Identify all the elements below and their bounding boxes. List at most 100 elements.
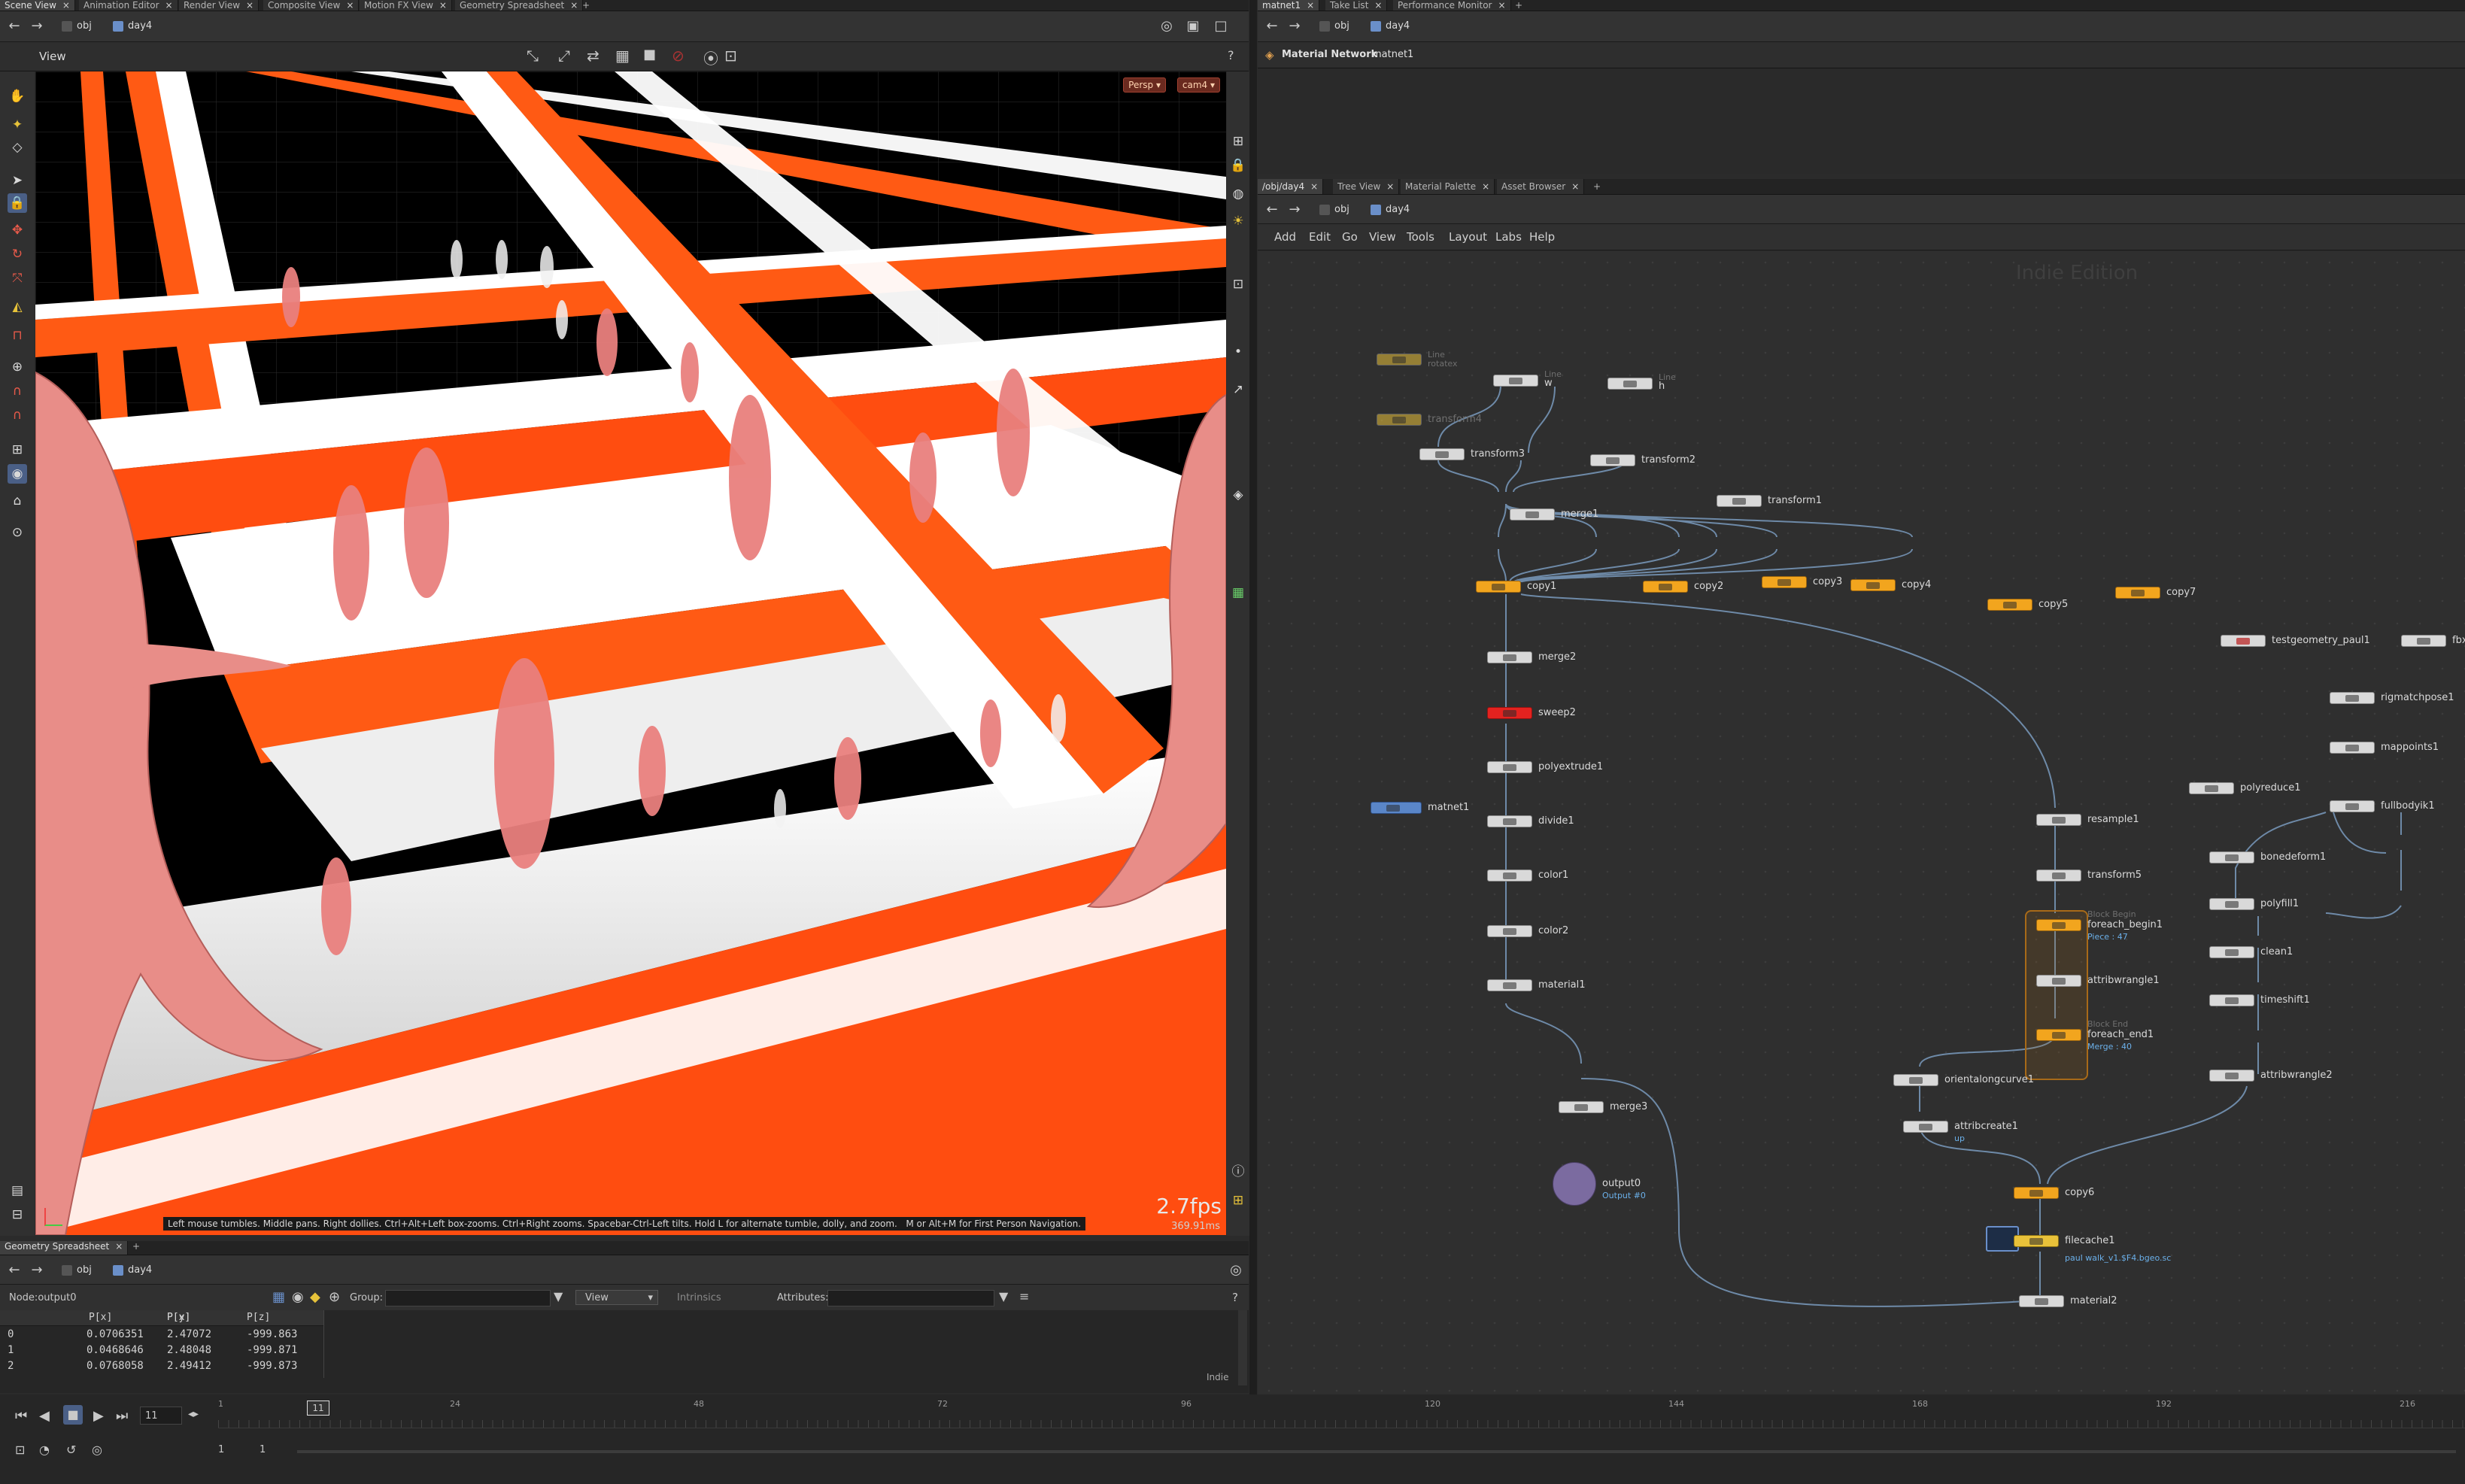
tab-tree-view[interactable]: Tree View × [1333, 179, 1400, 194]
no-entry-icon[interactable]: ⊘ [672, 47, 685, 65]
attributes-field[interactable] [827, 1290, 994, 1306]
menu-tools[interactable]: Tools [1407, 230, 1434, 244]
add-tab-button[interactable]: + [578, 0, 594, 11]
tab-matnet1[interactable]: matnet1 × [1258, 0, 1320, 11]
select-tool-icon[interactable]: ⤡ [527, 47, 539, 65]
current-frame-marker[interactable]: 11 [307, 1401, 329, 1416]
close-icon[interactable]: × [439, 0, 447, 11]
frame-field[interactable]: 11 [140, 1407, 182, 1425]
lasso-icon[interactable]: ◇ [8, 138, 27, 157]
filter-icon[interactable]: ▼ [554, 1289, 563, 1303]
forward-arrow-icon[interactable]: → [1286, 202, 1303, 217]
tab-obj-day4[interactable]: /obj/day4 × [1258, 179, 1324, 194]
close-icon[interactable]: × [346, 0, 354, 11]
split-view-icon[interactable]: ▣ [1185, 19, 1201, 34]
menu-layout[interactable]: Layout [1449, 230, 1487, 244]
close-icon[interactable]: × [165, 0, 173, 11]
points-mode-icon[interactable]: ▦ [272, 1289, 285, 1305]
display-options-icon[interactable]: ⊞ [1228, 132, 1248, 151]
menu-view[interactable]: View [1369, 230, 1396, 244]
key-button[interactable]: ⊡ [15, 1443, 25, 1457]
realtime-button[interactable]: ◔ [39, 1443, 50, 1457]
frame-step-icon[interactable]: ◂▸ [188, 1408, 199, 1420]
attributes-filter-icon[interactable]: ▼ [999, 1289, 1008, 1303]
audio-button[interactable]: ◎ [92, 1443, 102, 1457]
tab-motion-fx-view[interactable]: Motion FX View × [360, 0, 452, 11]
breadcrumb-day4[interactable]: day4 [113, 19, 152, 34]
close-icon[interactable]: × [570, 0, 578, 11]
light-icon[interactable]: ☀ [1228, 211, 1248, 231]
menu-labs[interactable]: Labs [1495, 230, 1522, 244]
lock-camera-icon[interactable]: 🔒 [1228, 156, 1248, 175]
range-slider[interactable] [297, 1450, 2456, 1453]
sync-icon[interactable]: ⇄ [587, 47, 600, 65]
forward-arrow-icon[interactable]: → [29, 1263, 45, 1278]
tab-performance-monitor[interactable]: Performance Monitor × [1393, 0, 1511, 11]
close-icon[interactable]: × [62, 0, 70, 11]
render-region-icon[interactable]: ◉ [8, 464, 27, 484]
primitives-mode-icon[interactable]: ◆ [310, 1289, 320, 1305]
snap-icon[interactable]: ⤢ [558, 47, 570, 65]
scale-icon[interactable]: ⤧ [8, 269, 27, 288]
columns-icon[interactable]: ≡ [1019, 1289, 1029, 1303]
uv-icon[interactable]: ◈ [1228, 485, 1248, 505]
tab-take-list[interactable]: Take List × [1325, 0, 1388, 11]
close-icon[interactable]: × [1482, 181, 1489, 192]
add-tab-button[interactable]: + [128, 1241, 144, 1255]
back-arrow-icon[interactable]: ← [6, 1263, 23, 1278]
arrow-icon[interactable]: ➤ [8, 171, 27, 190]
snapshot-icon[interactable]: ⊡ [724, 47, 737, 65]
add-tab-button[interactable]: + [1510, 0, 1527, 11]
points-icon[interactable]: • [1228, 342, 1248, 362]
tab-render-view[interactable]: Render View × [179, 0, 260, 11]
close-icon[interactable]: × [1386, 181, 1394, 192]
grid-toggle-icon[interactable]: ▦ [1228, 583, 1248, 602]
tab-composite-view[interactable]: Composite View × [263, 0, 360, 11]
loop-button[interactable]: ↺ [66, 1443, 76, 1457]
pan-icon[interactable]: ⊙ [8, 523, 27, 542]
forward-arrow-icon[interactable]: → [29, 19, 45, 34]
geo-icon[interactable]: ⊡ [1228, 275, 1248, 294]
pane-divider[interactable] [1249, 0, 1257, 1394]
camera-icon[interactable]: ⦿ [703, 47, 718, 68]
jump-end-button[interactable]: ⏭ [116, 1408, 128, 1424]
tab-animation-editor[interactable]: Animation Editor × [79, 0, 178, 11]
normals-icon[interactable]: ↗ [1228, 380, 1248, 399]
breadcrumb-obj[interactable]: obj [1319, 202, 1349, 217]
close-icon[interactable]: × [1310, 181, 1318, 192]
breadcrumb-obj[interactable]: obj [62, 1263, 92, 1278]
group-field[interactable] [385, 1290, 551, 1306]
end-frame-field[interactable]: 1 [260, 1444, 266, 1455]
tab-geometry-spreadsheet-bottom[interactable]: Geometry Spreadsheet × [0, 1241, 129, 1255]
select-icon[interactable]: ✦ [8, 115, 27, 135]
detail-mode-icon[interactable]: ⊕ [329, 1289, 340, 1305]
play-button[interactable]: ▶ [93, 1408, 104, 1424]
pin-icon[interactable]: ◎ [1158, 19, 1175, 34]
vertices-mode-icon[interactable]: ◉ [292, 1289, 304, 1305]
pose-icon[interactable]: ◭ [8, 297, 27, 317]
back-arrow-icon[interactable]: ← [1264, 202, 1280, 217]
render-icon[interactable]: ■ [643, 47, 656, 62]
frame-icon[interactable]: ⊟ [8, 1205, 27, 1225]
tab-asset-browser[interactable]: Asset Browser × [1497, 179, 1585, 194]
display-icon[interactable]: ▦ [615, 47, 630, 65]
grid-snap-icon[interactable]: ⊞ [8, 440, 27, 460]
close-icon[interactable]: × [1498, 0, 1505, 11]
close-icon[interactable]: × [246, 0, 253, 11]
breadcrumb-day4[interactable]: day4 [1371, 19, 1410, 34]
tab-geometry-spreadsheet[interactable]: Geometry Spreadsheet × [455, 0, 584, 11]
menu-add[interactable]: Add [1274, 230, 1296, 244]
step-back-button[interactable]: ◀ [39, 1408, 50, 1424]
snap-magnet-icon[interactable]: ∩ [8, 381, 27, 401]
camera-dropdown[interactable]: cam4 ▾ [1176, 77, 1220, 93]
back-arrow-icon[interactable]: ← [1264, 19, 1280, 34]
persp-dropdown[interactable]: Persp ▾ [1123, 77, 1166, 93]
breadcrumb-obj[interactable]: obj [1319, 19, 1349, 34]
magnet-icon[interactable]: ⊓ [8, 326, 27, 345]
lock-icon[interactable]: 🔒 [8, 193, 27, 213]
time-ruler[interactable]: 1 24 48 72 96 120 144 168 192 216 11 [218, 1394, 2465, 1428]
menu-go[interactable]: Go [1342, 230, 1358, 244]
view-icon[interactable]: ⊕ [8, 357, 27, 377]
quad-view-icon[interactable]: ⊞ [1228, 1191, 1248, 1210]
breadcrumb-day4[interactable]: day4 [113, 1263, 152, 1278]
